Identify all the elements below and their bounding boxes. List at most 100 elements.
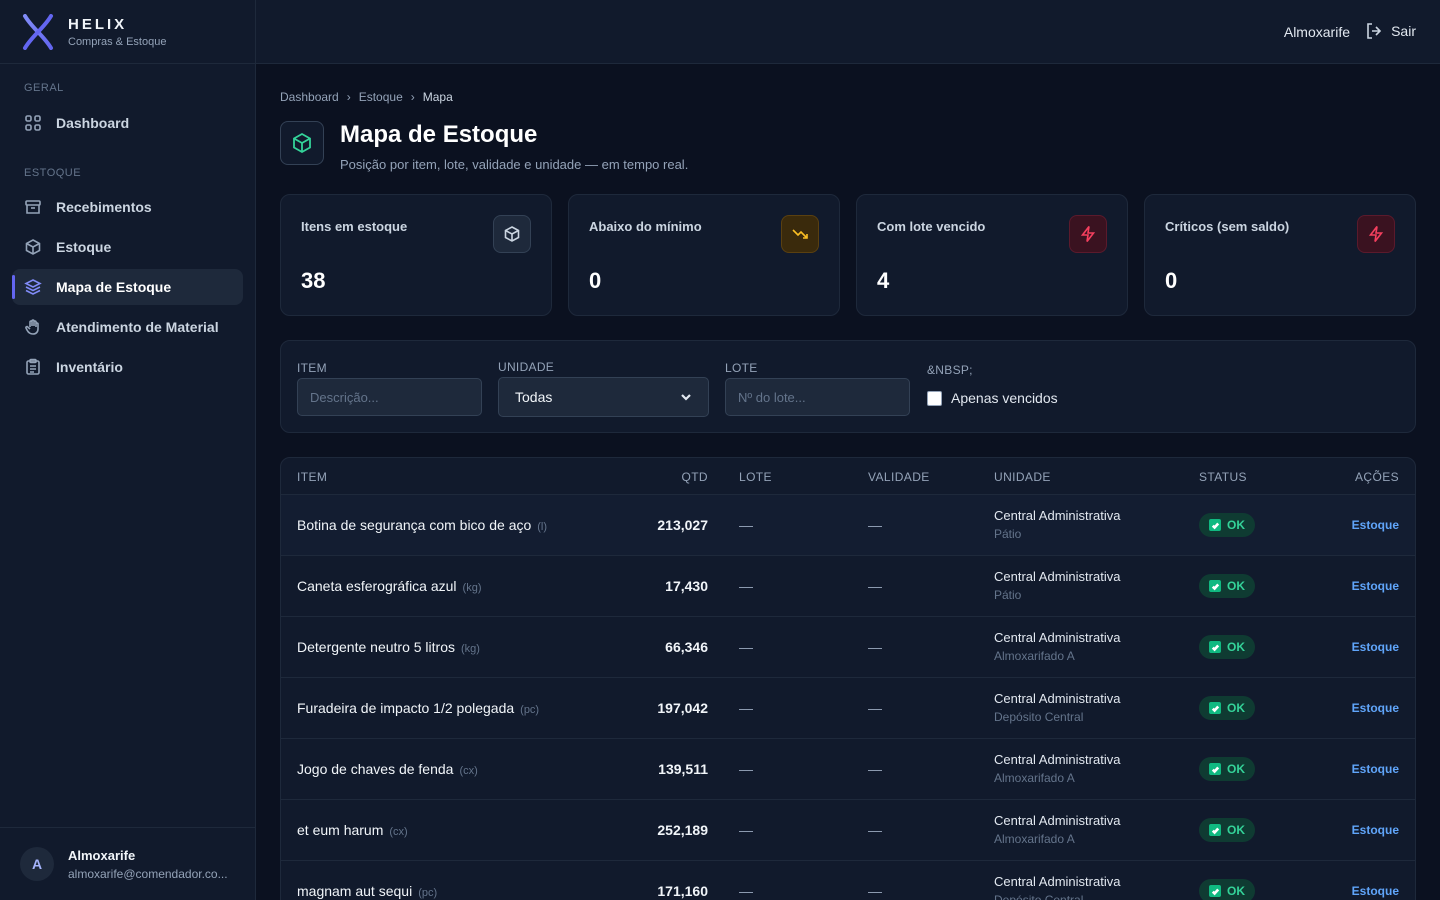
header-lote[interactable]: LOTE — [739, 470, 772, 484]
status-badge: OK — [1199, 635, 1255, 659]
cell-lote: — — [739, 822, 753, 838]
sidebar-item-estoque[interactable]: Estoque — [12, 229, 243, 265]
item-unit: (kg) — [460, 643, 480, 655]
cell-qtd: 252,189 — [657, 822, 708, 838]
check-icon — [1209, 519, 1221, 531]
stock-table: ITEM QTD LOTE VALIDADE UNIDADE STATUS AÇ… — [280, 457, 1416, 900]
check-icon — [1209, 763, 1221, 775]
estoque-link[interactable]: Estoque — [1352, 701, 1399, 715]
estoque-link[interactable]: Estoque — [1352, 762, 1399, 776]
logout-button[interactable]: Sair — [1365, 22, 1416, 40]
card-value: 0 — [589, 268, 602, 293]
table-row[interactable]: Botina de segurança com bico de aço (l) 2… — [281, 495, 1415, 556]
sidebar-user[interactable]: A Almoxarife almoxarife@comendador.co... — [0, 827, 255, 900]
sidebar-item-atendimento-de-material[interactable]: Atendimento de Material — [12, 309, 243, 345]
cell-item: Jogo de chaves de fenda (cx) — [297, 761, 478, 777]
avatar: A — [20, 847, 54, 881]
cell-qtd: 17,430 — [665, 578, 708, 594]
sidebar-item-inventario[interactable]: Inventário — [12, 349, 243, 385]
cell-qtd: 139,511 — [658, 761, 708, 777]
cell-unidade: Central Administrativa Depósito Central — [994, 874, 1120, 900]
cell-unidade: Central Administrativa Depósito Central — [994, 691, 1120, 724]
status-label: OK — [1227, 762, 1245, 776]
filter-unidade-label: UNIDADE — [498, 360, 555, 374]
user-name: Almoxarife — [68, 847, 136, 863]
nav-section-estoque: ESTOQUE — [24, 167, 82, 179]
cell-unidade: Central Administrativa Pátio — [994, 508, 1120, 541]
table-row[interactable]: Jogo de chaves de fenda (cx) 139,511 — — … — [281, 739, 1415, 800]
unidade-name: Central Administrativa — [994, 691, 1121, 706]
card-com-lote-vencido: Com lote vencido 4 — [856, 194, 1128, 316]
card-itens-em-estoque: Itens em estoque 38 — [280, 194, 552, 316]
sidebar-item-mapa-de-estoque[interactable]: Mapa de Estoque — [12, 269, 243, 305]
card-icon — [1069, 215, 1107, 253]
table-row[interactable]: magnam aut sequi (pc) 171,160 — — Central… — [281, 861, 1415, 900]
table-row[interactable]: Furadeira de impacto 1/2 polegada (pc) 19… — [281, 678, 1415, 739]
topbar-user-name: Almoxarife — [1283, 24, 1350, 40]
estoque-link[interactable]: Estoque — [1352, 518, 1399, 532]
unidade-select[interactable]: Todas — [498, 377, 709, 417]
item-unit: (l) — [537, 521, 548, 533]
header-status[interactable]: STATUS — [1199, 470, 1247, 484]
status-label: OK — [1227, 640, 1245, 654]
brand-subtitle: Compras & Estoque — [68, 35, 167, 48]
status-label: OK — [1227, 884, 1245, 898]
breadcrumb-current: Mapa — [422, 90, 453, 104]
estoque-link[interactable]: Estoque — [1352, 579, 1399, 593]
sidebar-item-label: Atendimento de Material — [56, 319, 219, 335]
check-icon — [1209, 641, 1221, 653]
cell-lote: — — [739, 761, 753, 777]
cell-qtd: 213,027 — [657, 517, 708, 533]
item-name: et eum harum — [297, 822, 384, 838]
header-qtd[interactable]: QTD — [681, 470, 708, 484]
apenas-vencidos-checkbox[interactable] — [927, 390, 942, 406]
archive-icon — [25, 200, 41, 214]
breadcrumb: Dashboard › Estoque › Mapa — [280, 90, 453, 104]
card-label: Itens em estoque — [301, 219, 408, 234]
card-label: Críticos (sem saldo) — [1165, 219, 1290, 234]
item-name: Jogo de chaves de fenda — [297, 761, 454, 777]
cell-lote: — — [739, 700, 753, 716]
cell-lote: — — [739, 883, 753, 899]
header-validade[interactable]: VALIDADE — [868, 470, 930, 484]
apenas-vencidos-toggle[interactable]: Apenas vencidos — [927, 390, 1058, 406]
topbar: Almoxarife Sair — [256, 0, 1440, 64]
unidade-local: Almoxarifado A — [994, 649, 1075, 663]
chevron-down-icon — [681, 394, 691, 401]
table-row[interactable]: et eum harum (cx) 252,189 — — Central Adm… — [281, 800, 1415, 861]
card-abaixo-do-minimo: Abaixo do mínimo 0 — [568, 194, 840, 316]
item-unit: (pc) — [520, 704, 540, 716]
apenas-vencidos-label: Apenas vencidos — [951, 390, 1058, 406]
header-unidade[interactable]: UNIDADE — [994, 470, 1051, 484]
item-name: magnam aut sequi — [297, 883, 413, 899]
page-header: Mapa de Estoque Posição por item, lote, … — [280, 121, 688, 172]
breadcrumb-estoque[interactable]: Estoque — [359, 90, 403, 104]
table-row[interactable]: Caneta esferográfica azul (kg) 17,430 — —… — [281, 556, 1415, 617]
estoque-link[interactable]: Estoque — [1352, 823, 1399, 837]
lote-search-input[interactable] — [725, 378, 910, 416]
brand[interactable]: HELIX Compras & Estoque — [0, 0, 255, 64]
page-subtitle: Posição por item, lote, validade e unida… — [340, 157, 689, 172]
estoque-link[interactable]: Estoque — [1352, 640, 1399, 654]
cell-item: Detergente neutro 5 litros (kg) — [297, 639, 480, 655]
card-label: Com lote vencido — [877, 219, 986, 234]
nav-section-geral: GERAL — [24, 82, 64, 94]
table-row[interactable]: Detergente neutro 5 litros (kg) 66,346 — … — [281, 617, 1415, 678]
breadcrumb-dashboard[interactable]: Dashboard — [280, 90, 339, 104]
unidade-select-value: Todas — [515, 389, 553, 405]
sidebar-item-label: Recebimentos — [56, 199, 152, 215]
box-icon — [25, 239, 41, 255]
estoque-link[interactable]: Estoque — [1352, 884, 1399, 898]
sidebar-item-dashboard[interactable]: Dashboard — [12, 105, 243, 141]
sidebar: HELIX Compras & Estoque GERAL Dashboard … — [0, 0, 256, 900]
sidebar-item-recebimentos[interactable]: Recebimentos — [12, 189, 243, 225]
card-label: Abaixo do mínimo — [589, 219, 702, 234]
item-search-input[interactable] — [297, 378, 482, 416]
header-item[interactable]: ITEM — [297, 470, 327, 484]
unidade-local: Depósito Central — [994, 893, 1084, 900]
unidade-local: Depósito Central — [994, 710, 1084, 724]
unidade-name: Central Administrativa — [994, 569, 1121, 584]
helix-logo-icon — [23, 13, 53, 50]
status-badge: OK — [1199, 696, 1255, 720]
sidebar-item-label: Dashboard — [56, 115, 130, 131]
